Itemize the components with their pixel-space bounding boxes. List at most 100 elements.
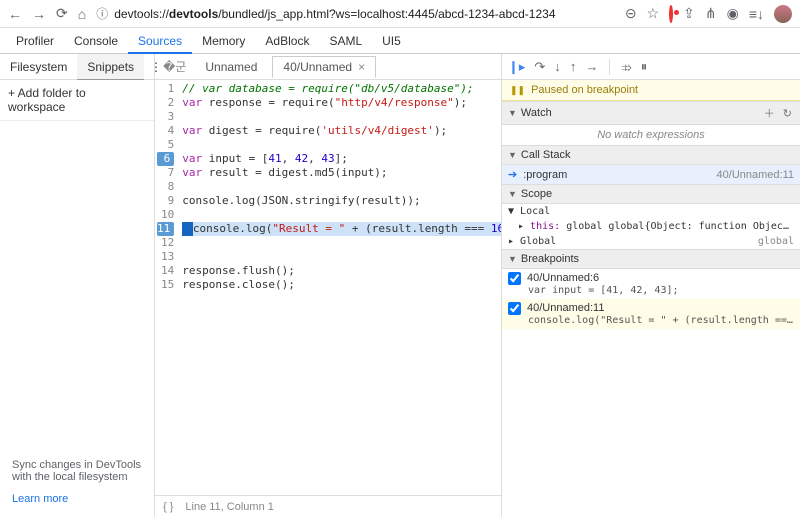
debugger-pane: ❙▸ ↷ ↓ ↑ → ⤃ ⏸ Paused on breakpoint ▼Wat… [502, 54, 800, 517]
file-tabs: �군 Unnamed40/Unnamed× [155, 54, 501, 80]
step-into-icon[interactable]: ↓ [554, 59, 561, 74]
line-number[interactable]: 11 [157, 222, 174, 236]
cast-icon[interactable]: ⇪ [683, 5, 695, 22]
reader-icon[interactable]: ≡↓ [749, 6, 764, 22]
callstack-frame[interactable]: ➔:program40/Unnamed:11 [502, 165, 800, 184]
editor-status-bar: { } Line 11, Column 1 [155, 495, 501, 517]
line-number[interactable]: 14 [155, 264, 174, 278]
step-over-icon[interactable]: ↷ [534, 59, 545, 75]
line-number[interactable]: 4 [155, 124, 174, 138]
line-number[interactable]: 9 [155, 194, 174, 208]
pause-banner: Paused on breakpoint [502, 80, 800, 101]
refresh-watch-icon[interactable]: ↻ [781, 107, 794, 120]
breakpoint-item[interactable]: 40/Unnamed:11console.log("Result = " + (… [502, 299, 800, 329]
info-icon[interactable]: ⓘ [96, 5, 108, 22]
tab-memory[interactable]: Memory [192, 28, 255, 54]
file-tab[interactable]: Unnamed [194, 56, 268, 78]
code-line[interactable]: var digest = require('utils/v4/digest'); [182, 124, 501, 138]
code-line[interactable]: var result = digest.md5(input); [182, 166, 501, 180]
devtools-tabs: ProfilerConsoleSourcesMemoryAdBlockSAMLU… [0, 28, 800, 54]
tab-adblock[interactable]: AdBlock [255, 28, 319, 54]
url-text: devtools://devtools/bundled/js_app.html?… [114, 7, 555, 21]
browser-toolbar: ← → ⟳ ⌂ ⓘ devtools://devtools/bundled/js… [0, 0, 800, 28]
code-line[interactable]: console.log(JSON.stringify(result)); [182, 194, 501, 208]
watch-header[interactable]: ▼Watch ＋ ↻ [502, 101, 800, 125]
scope-this[interactable]: ▸ this: global global{Object: function O… [502, 219, 800, 234]
line-number[interactable]: 1 [155, 82, 174, 96]
star-icon[interactable]: ☆ [647, 5, 660, 22]
line-number[interactable]: 5 [155, 138, 174, 152]
tab-console[interactable]: Console [64, 28, 128, 54]
line-number[interactable]: 7 [155, 166, 174, 180]
debugger-toolbar: ❙▸ ↷ ↓ ↑ → ⤃ ⏸ [502, 54, 800, 80]
line-number[interactable]: 8 [155, 180, 174, 194]
scope-header[interactable]: ▼Scope [502, 184, 800, 204]
wifi-icon[interactable]: ⋔ [705, 5, 717, 22]
address-bar[interactable]: ⓘ devtools://devtools/bundled/js_app.htm… [96, 5, 615, 22]
bp-checkbox[interactable] [508, 302, 521, 315]
braces-icon[interactable]: { } [163, 501, 173, 513]
reload-icon[interactable]: ⟳ [56, 5, 68, 22]
code-line[interactable] [182, 138, 501, 152]
sidebar-subtabs: FilesystemSnippets⋮ [0, 54, 154, 80]
tab-saml[interactable]: SAML [319, 28, 372, 54]
zoom-icon[interactable]: ⊝ [625, 5, 637, 22]
cursor-position: Line 11, Column 1 [185, 501, 273, 513]
code-line[interactable]: // var database = require("db/v5/databas… [182, 82, 501, 96]
main-area: FilesystemSnippets⋮ + Add folder to work… [0, 54, 800, 517]
callstack-header[interactable]: ▼Call Stack [502, 145, 800, 165]
add-watch-icon[interactable]: ＋ [762, 105, 777, 121]
opera-icon[interactable] [669, 7, 673, 21]
line-number[interactable]: 6 [157, 152, 174, 166]
breakpoint-item[interactable]: 40/Unnamed:6var input = [41, 42, 43]; [502, 269, 800, 299]
tab-ui5[interactable]: UI5 [372, 28, 411, 54]
editor-pane: �군 Unnamed40/Unnamed× 123456789101112131… [155, 54, 502, 517]
browser-right-icons: ⊝ ☆ ⇪ ⋔ ◉ ≡↓ [625, 5, 792, 23]
file-tab[interactable]: 40/Unnamed× [272, 56, 376, 78]
tab-profiler[interactable]: Profiler [6, 28, 64, 54]
gutter[interactable]: 123456789101112131415 [155, 80, 178, 495]
code-line[interactable] [182, 250, 501, 264]
code-line[interactable] [182, 110, 501, 124]
code-line[interactable]: response.flush(); [182, 264, 501, 278]
code-line[interactable] [182, 180, 501, 194]
files-nav-icon[interactable]: �군 [159, 58, 190, 75]
back-icon[interactable]: ← [8, 6, 22, 22]
scope-local[interactable]: ▼ Local [502, 204, 800, 219]
code-line[interactable]: console.log("Result = " + (result.length… [182, 222, 501, 236]
breakpoints-header[interactable]: ▼Breakpoints [502, 249, 800, 269]
step-icon[interactable]: → [585, 59, 598, 74]
deactivate-bp-icon[interactable]: ⤃ [621, 59, 631, 75]
line-number[interactable]: 15 [155, 278, 174, 292]
close-icon[interactable]: × [358, 56, 365, 78]
left-sidebar: FilesystemSnippets⋮ + Add folder to work… [0, 54, 155, 517]
globe-icon[interactable]: ◉ [727, 5, 739, 22]
code-editor[interactable]: 123456789101112131415 // var database = … [155, 80, 501, 495]
line-number[interactable]: 13 [155, 250, 174, 264]
resume-icon[interactable]: ❙▸ [508, 59, 525, 75]
add-folder-button[interactable]: + Add folder to workspace [0, 80, 154, 121]
bp-checkbox[interactable] [508, 272, 521, 285]
line-number[interactable]: 12 [155, 236, 174, 250]
scope-global[interactable]: ▸ Globalglobal [502, 234, 800, 249]
subtab-filesystem[interactable]: Filesystem [0, 54, 77, 80]
tab-sources[interactable]: Sources [128, 28, 192, 54]
line-number[interactable]: 3 [155, 110, 174, 124]
code-line[interactable]: response.close(); [182, 278, 501, 292]
pause-exceptions-icon[interactable]: ⏸ [641, 59, 648, 75]
watch-empty: No watch expressions [502, 125, 800, 145]
step-out-icon[interactable]: ↑ [570, 59, 577, 74]
code-line[interactable]: var response = require("http/v4/response… [182, 96, 501, 110]
subtab-snippets[interactable]: Snippets [77, 54, 144, 80]
avatar-icon[interactable] [774, 5, 792, 23]
code-line[interactable] [182, 236, 501, 250]
line-number[interactable]: 10 [155, 208, 174, 222]
sync-note: Sync changes in DevTools with the local … [0, 449, 154, 493]
code-line[interactable]: var input = [41, 42, 43]; [182, 152, 501, 166]
code-line[interactable] [182, 208, 501, 222]
forward-icon[interactable]: → [32, 6, 46, 22]
code-area[interactable]: // var database = require("db/v5/databas… [178, 80, 501, 495]
learn-more-link[interactable]: Learn more [0, 493, 154, 517]
line-number[interactable]: 2 [155, 96, 174, 110]
home-icon[interactable]: ⌂ [78, 6, 86, 22]
